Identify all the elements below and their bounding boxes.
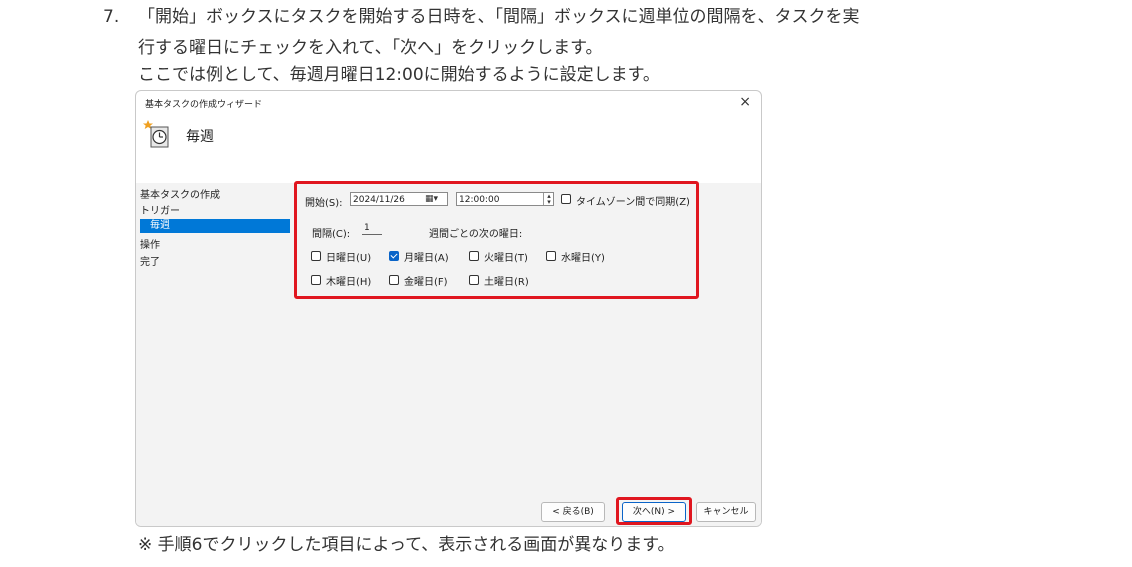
instruction-line-2: 行する曜日にチェックを入れて、「次へ」をクリックします。 [138,38,603,58]
thursday-checkbox[interactable] [311,275,321,285]
sync-timezone-label: タイムゾーン間で同期(Z) [576,197,690,208]
clock-icon [143,120,169,148]
cancel-button[interactable]: キャンセル [696,502,756,522]
start-label: 開始(S): [305,198,343,209]
nav-item-trigger[interactable]: トリガー [140,202,180,217]
step-number: 7. [103,7,120,27]
friday-label: 金曜日(F) [404,277,448,288]
nav-item-action[interactable]: 操作 [140,236,160,251]
friday-checkbox[interactable] [389,275,399,285]
start-time-field[interactable]: 12:00:00 ▴ ▾ [456,192,554,206]
nav-item-finish[interactable]: 完了 [140,253,160,268]
dialog-header: 毎週 [136,115,761,183]
weekday-heading: 週間ごとの次の曜日: [429,229,523,240]
instruction-line-1: 「開始」ボックスにタスクを開始する日時を、「間隔」ボックスに週単位の間隔を、タス… [138,7,860,27]
dialog-body: 基本タスクの作成 トリガー 毎週 操作 完了 開始(S): 2024/11/26… [136,181,761,526]
saturday-label: 土曜日(R) [484,277,529,288]
interval-value: 1 [364,223,370,233]
start-date-value: 2024/11/26 [353,195,405,205]
start-time-value: 12:00:00 [459,195,500,205]
calendar-dropdown-icon[interactable]: ▦▾ [425,192,438,206]
task-wizard-dialog: 基本タスクの作成ウィザード × 毎週 基本タスクの作成 トリガー 毎週 操作 完… [135,90,762,527]
interval-input[interactable]: 1 [362,221,382,235]
wednesday-checkbox[interactable] [546,251,556,261]
dialog-titlebar: 基本タスクの作成ウィザード × [136,91,761,115]
interval-label: 間隔(C): [312,229,351,240]
header-title: 毎週 [186,129,214,145]
dialog-title: 基本タスクの作成ウィザード [145,100,263,110]
start-date-field[interactable]: 2024/11/26 ▦▾ [350,192,448,206]
time-spinner-icon[interactable]: ▴ ▾ [543,193,554,206]
footnote: ※ 手順6でクリックした項目によって、表示される画面が異なります。 [138,535,675,555]
tuesday-label: 火曜日(T) [484,253,528,264]
monday-checkbox[interactable] [389,251,399,261]
sunday-checkbox[interactable] [311,251,321,261]
close-icon[interactable]: × [739,93,751,111]
wednesday-label: 水曜日(Y) [561,253,605,264]
sunday-label: 日曜日(U) [326,253,372,264]
next-button[interactable]: 次へ(N) > [622,502,686,522]
saturday-checkbox[interactable] [469,275,479,285]
nav-item-weekly[interactable]: 毎週 [140,219,290,233]
monday-label: 月曜日(A) [404,253,449,264]
thursday-label: 木曜日(H) [326,277,372,288]
instruction-line-3: ここでは例として、毎週月曜日12:00に開始するように設定します。 [138,65,660,85]
nav-item-create-basic-task[interactable]: 基本タスクの作成 [140,186,220,201]
sync-timezone-checkbox[interactable] [561,194,571,204]
tuesday-checkbox[interactable] [469,251,479,261]
back-button[interactable]: < 戻る(B) [541,502,605,522]
